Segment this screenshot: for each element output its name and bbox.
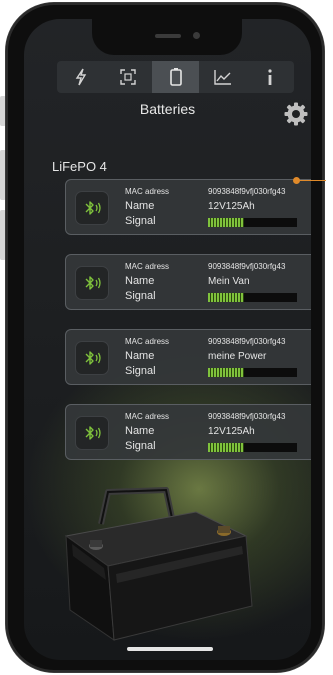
mac-value: 9093848f9vfj030rfg43 [208,262,286,271]
callout-line [296,180,326,181]
tab-power[interactable] [57,61,104,93]
mac-label: MAC adress [125,412,170,421]
battery-product-image [64,487,253,642]
bluetooth-badge [75,191,109,225]
bluetooth-badge [75,416,109,450]
signal-meter [208,368,297,377]
signal-meter-fill [208,368,244,377]
battery-card[interactable]: MAC adress Name Signal 9093848f9vfj030rf… [65,329,311,385]
battery-name: meine Power [208,351,267,362]
battery-card[interactable]: MAC adress Name Signal 9093848f9vfj030rf… [65,254,311,310]
bluetooth-icon [85,276,101,290]
battery-card[interactable]: MAC adress Name Signal 9093848f9vfj030rf… [65,404,311,460]
bluetooth-icon [85,426,101,440]
name-label: Name [125,425,155,437]
signal-meter-fill [208,443,244,452]
tab-statistics[interactable] [199,61,246,93]
signal-label: Signal [125,440,156,452]
signal-meter [208,293,297,302]
battery-card[interactable]: MAC adress Name Signal 9093848f9vfj030rf… [65,179,311,235]
battery-name: Mein Van [208,276,250,287]
tab-scan[interactable] [104,61,151,93]
signal-meter-fill [208,218,244,227]
battery-icon [169,68,182,86]
settings-gear-icon[interactable] [283,101,309,127]
home-indicator[interactable] [127,647,213,651]
signal-meter-fill [208,293,244,302]
signal-label: Signal [125,365,156,377]
tab-info[interactable] [247,61,294,93]
info-icon [268,69,272,85]
notch [92,19,242,55]
bluetooth-icon [85,351,101,365]
mac-label: MAC adress [125,337,170,346]
chart-icon [214,70,231,85]
signal-label: Signal [125,215,156,227]
name-label: Name [125,275,155,287]
lightning-icon [75,68,86,86]
speaker [155,34,181,38]
app-screen: Batteries LiFePO 4 MAC adress Name Signa… [24,19,311,660]
mac-value: 9093848f9vfj030rfg43 [208,412,286,421]
name-label: Name [125,200,155,212]
battery-name: 12V125Ah [208,201,255,212]
signal-meter [208,443,297,452]
mac-value: 9093848f9vfj030rfg43 [208,187,286,196]
bluetooth-icon [85,201,101,215]
mac-label: MAC adress [125,187,170,196]
battery-group-label: LiFePO 4 [52,159,107,174]
mac-value: 9093848f9vfj030rfg43 [208,337,286,346]
mac-label: MAC adress [125,262,170,271]
tab-bar [57,61,294,93]
phone-frame: Batteries LiFePO 4 MAC adress Name Signa… [6,3,324,672]
name-label: Name [125,350,155,362]
page-title: Batteries [139,101,196,117]
tab-batteries[interactable] [151,61,200,93]
scan-icon [120,69,136,85]
bluetooth-badge [75,266,109,300]
callout-dot [293,177,300,184]
battery-name: 12V125Ah [208,426,255,437]
signal-meter [208,218,297,227]
bluetooth-badge [75,341,109,375]
front-camera [193,32,200,39]
signal-label: Signal [125,290,156,302]
